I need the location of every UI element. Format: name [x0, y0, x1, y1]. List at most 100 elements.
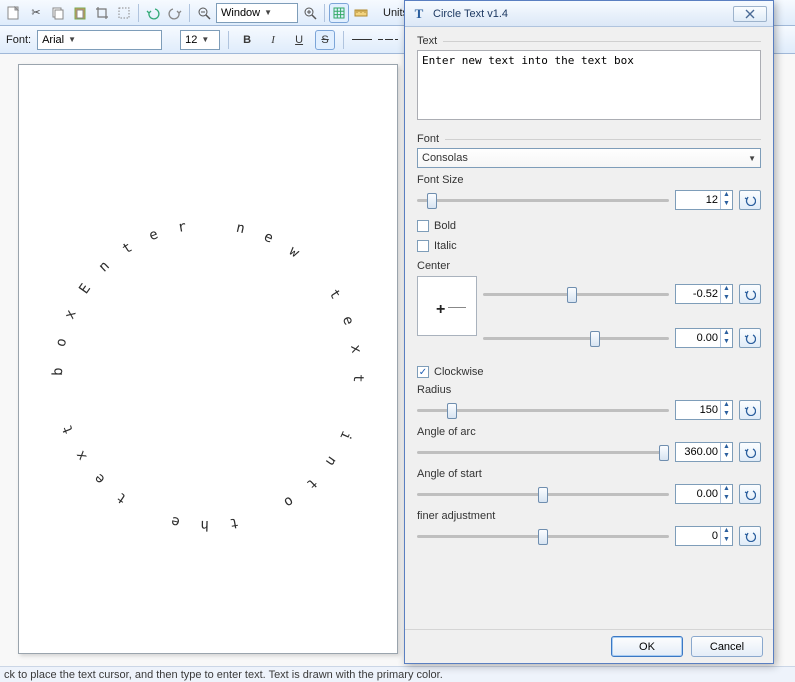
ok-button[interactable]: OK [611, 636, 683, 657]
finer-number[interactable]: ▲▼ [675, 526, 733, 546]
center-x-slider[interactable] [483, 293, 669, 296]
center-preview[interactable]: + [417, 276, 477, 336]
italic-button[interactable]: I [263, 30, 283, 50]
spin-up-icon[interactable]: ▲ [720, 443, 732, 452]
bold-checkbox[interactable]: Bold [417, 220, 761, 232]
chevron-down-icon: ▼ [68, 35, 76, 44]
font-size-value: 12 [185, 34, 197, 46]
radius-slider[interactable] [417, 409, 669, 412]
circle-letter: w [283, 241, 305, 263]
finer-value[interactable] [676, 530, 720, 542]
radius-number[interactable]: ▲▼ [675, 400, 733, 420]
angle-arc-slider[interactable] [417, 451, 669, 454]
separator [343, 31, 344, 49]
font-size-value[interactable] [676, 194, 720, 206]
italic-checkbox[interactable]: Italic [417, 240, 761, 252]
zoom-in-icon[interactable] [300, 3, 320, 23]
finer-slider[interactable] [417, 535, 669, 538]
center-y-reset-button[interactable] [739, 328, 761, 348]
font-size-slider[interactable] [417, 199, 669, 202]
circle-letter: e [166, 512, 185, 531]
zoom-combo[interactable]: Window ▼ [216, 3, 298, 23]
reset-icon [744, 194, 756, 206]
strikethrough-button[interactable]: S [315, 30, 335, 50]
circle-letter: n [231, 219, 250, 238]
circle-letter: o [278, 490, 300, 512]
spin-down-icon[interactable]: ▼ [720, 338, 732, 347]
angle-arc-number[interactable]: ▲▼ [675, 442, 733, 462]
font-family-combo[interactable]: Arial ▼ [37, 30, 162, 50]
circle-letter: e [88, 467, 111, 490]
spin-down-icon[interactable]: ▼ [720, 452, 732, 461]
finer-reset-button[interactable] [739, 526, 761, 546]
canvas-page[interactable]: Enter new text into the text box [18, 64, 398, 654]
close-button[interactable] [733, 6, 767, 22]
separator [228, 31, 229, 49]
paste-icon[interactable] [70, 3, 90, 23]
clockwise-checkbox[interactable]: ✓ Clockwise [417, 366, 761, 378]
spin-up-icon[interactable]: ▲ [720, 485, 732, 494]
spin-down-icon[interactable]: ▼ [720, 200, 732, 209]
cut-icon[interactable]: ✂ [26, 3, 46, 23]
center-x-value[interactable] [676, 288, 720, 300]
font-size-number[interactable]: ▲▼ [675, 190, 733, 210]
grid-icon[interactable] [329, 3, 349, 23]
spin-down-icon[interactable]: ▼ [720, 536, 732, 545]
spin-down-icon[interactable]: ▼ [720, 410, 732, 419]
dialog-title: Circle Text v1.4 [433, 8, 727, 20]
font-size-combo[interactable]: 12 ▼ [180, 30, 220, 50]
spin-up-icon[interactable]: ▲ [720, 527, 732, 536]
text-input[interactable] [417, 50, 761, 120]
radius-reset-button[interactable] [739, 400, 761, 420]
redo-icon[interactable] [165, 3, 185, 23]
new-file-icon[interactable] [4, 3, 24, 23]
deselect-icon[interactable] [114, 3, 134, 23]
angle-arc-reset-button[interactable] [739, 442, 761, 462]
angle-start-label: Angle of start [417, 468, 761, 480]
center-y-number[interactable]: ▲▼ [675, 328, 733, 348]
separator [189, 4, 190, 22]
spin-down-icon[interactable]: ▼ [720, 294, 732, 303]
undo-icon[interactable] [143, 3, 163, 23]
angle-arc-value[interactable] [676, 446, 720, 458]
zoom-out-icon[interactable] [194, 3, 214, 23]
chevron-down-icon: ▼ [264, 8, 272, 17]
cancel-button[interactable]: Cancel [691, 636, 763, 657]
copy-icon[interactable] [48, 3, 68, 23]
center-x-reset-button[interactable] [739, 284, 761, 304]
circle-letter: t [225, 513, 244, 532]
font-family-select[interactable]: Consolas ▼ [417, 148, 761, 168]
spin-down-icon[interactable]: ▼ [720, 494, 732, 503]
dialog-body: Text Font Consolas ▼ Font Size ▲▼ Bold [405, 27, 773, 554]
reset-icon [744, 404, 756, 416]
align-center-button[interactable] [378, 30, 398, 50]
spin-up-icon[interactable]: ▲ [720, 285, 732, 294]
app-icon: T [411, 6, 427, 22]
spin-up-icon[interactable]: ▲ [720, 329, 732, 338]
radius-value[interactable] [676, 404, 720, 416]
underline-button[interactable]: U [289, 30, 309, 50]
angle-start-reset-button[interactable] [739, 484, 761, 504]
center-y-value[interactable] [676, 332, 720, 344]
dialog-titlebar[interactable]: T Circle Text v1.4 [405, 1, 773, 27]
align-left-button[interactable] [352, 30, 372, 50]
dialog-button-bar: OK Cancel [405, 629, 773, 663]
ruler-icon[interactable] [351, 3, 371, 23]
center-y-slider[interactable] [483, 337, 669, 340]
clockwise-checkbox-label: Clockwise [434, 366, 484, 378]
spin-up-icon[interactable]: ▲ [720, 401, 732, 410]
chevron-down-icon: ▼ [748, 154, 756, 163]
angle-start-number[interactable]: ▲▼ [675, 484, 733, 504]
bold-button[interactable]: B [237, 30, 257, 50]
angle-start-value[interactable] [676, 488, 720, 500]
circle-letter: t [350, 370, 366, 386]
angle-start-slider[interactable] [417, 493, 669, 496]
status-bar: ck to place the text cursor, and then ty… [0, 666, 795, 682]
spin-up-icon[interactable]: ▲ [720, 191, 732, 200]
crop-icon[interactable] [92, 3, 112, 23]
reset-icon [744, 446, 756, 458]
circle-letter: e [143, 225, 164, 246]
circle-text-preview: Enter new text into the text box [208, 375, 209, 376]
center-x-number[interactable]: ▲▼ [675, 284, 733, 304]
font-size-reset-button[interactable] [739, 190, 761, 210]
